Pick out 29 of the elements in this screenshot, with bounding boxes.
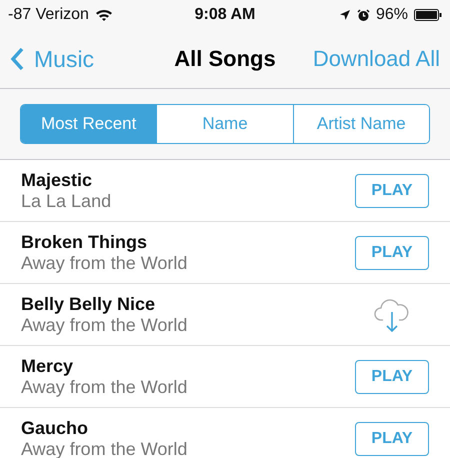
- battery-percent: 96%: [376, 6, 408, 24]
- artist-name: La La Land: [21, 190, 112, 212]
- alarm-clock-icon: [356, 8, 370, 22]
- wifi-icon: [94, 8, 113, 22]
- play-button[interactable]: PLAY: [355, 360, 429, 394]
- clock-time: 9:08 AM: [194, 6, 256, 24]
- battery-icon: [414, 9, 442, 21]
- artist-name: Away from the World: [21, 438, 188, 458]
- song-title: Gaucho: [21, 418, 90, 438]
- download-all-button[interactable]: Download All: [312, 46, 440, 72]
- back-button[interactable]: Music: [10, 46, 94, 72]
- segment-tab[interactable]: Artist Name: [292, 105, 429, 143]
- song-title: Broken Things: [21, 232, 148, 252]
- play-button[interactable]: PLAY: [355, 236, 429, 270]
- location-arrow-icon: [338, 9, 351, 21]
- song-title: Majestic: [21, 170, 94, 190]
- carrier-text: -87 Verizon: [8, 6, 89, 24]
- play-button[interactable]: PLAY: [355, 422, 429, 456]
- artist-name: Away from the World: [21, 376, 188, 398]
- artist-name: Away from the World: [21, 314, 188, 336]
- screen-title: All Songs: [174, 46, 276, 72]
- segment-tab[interactable]: Most Recent: [21, 105, 156, 143]
- song-title: Mercy: [21, 356, 74, 376]
- play-button[interactable]: PLAY: [355, 174, 429, 208]
- song-title: Belly Belly Nice: [21, 294, 156, 314]
- chevron-left-icon: [10, 47, 24, 71]
- segment-tab[interactable]: Name: [156, 105, 293, 143]
- artist-name: Away from the World: [21, 252, 188, 274]
- cloud-download-icon[interactable]: [373, 298, 411, 332]
